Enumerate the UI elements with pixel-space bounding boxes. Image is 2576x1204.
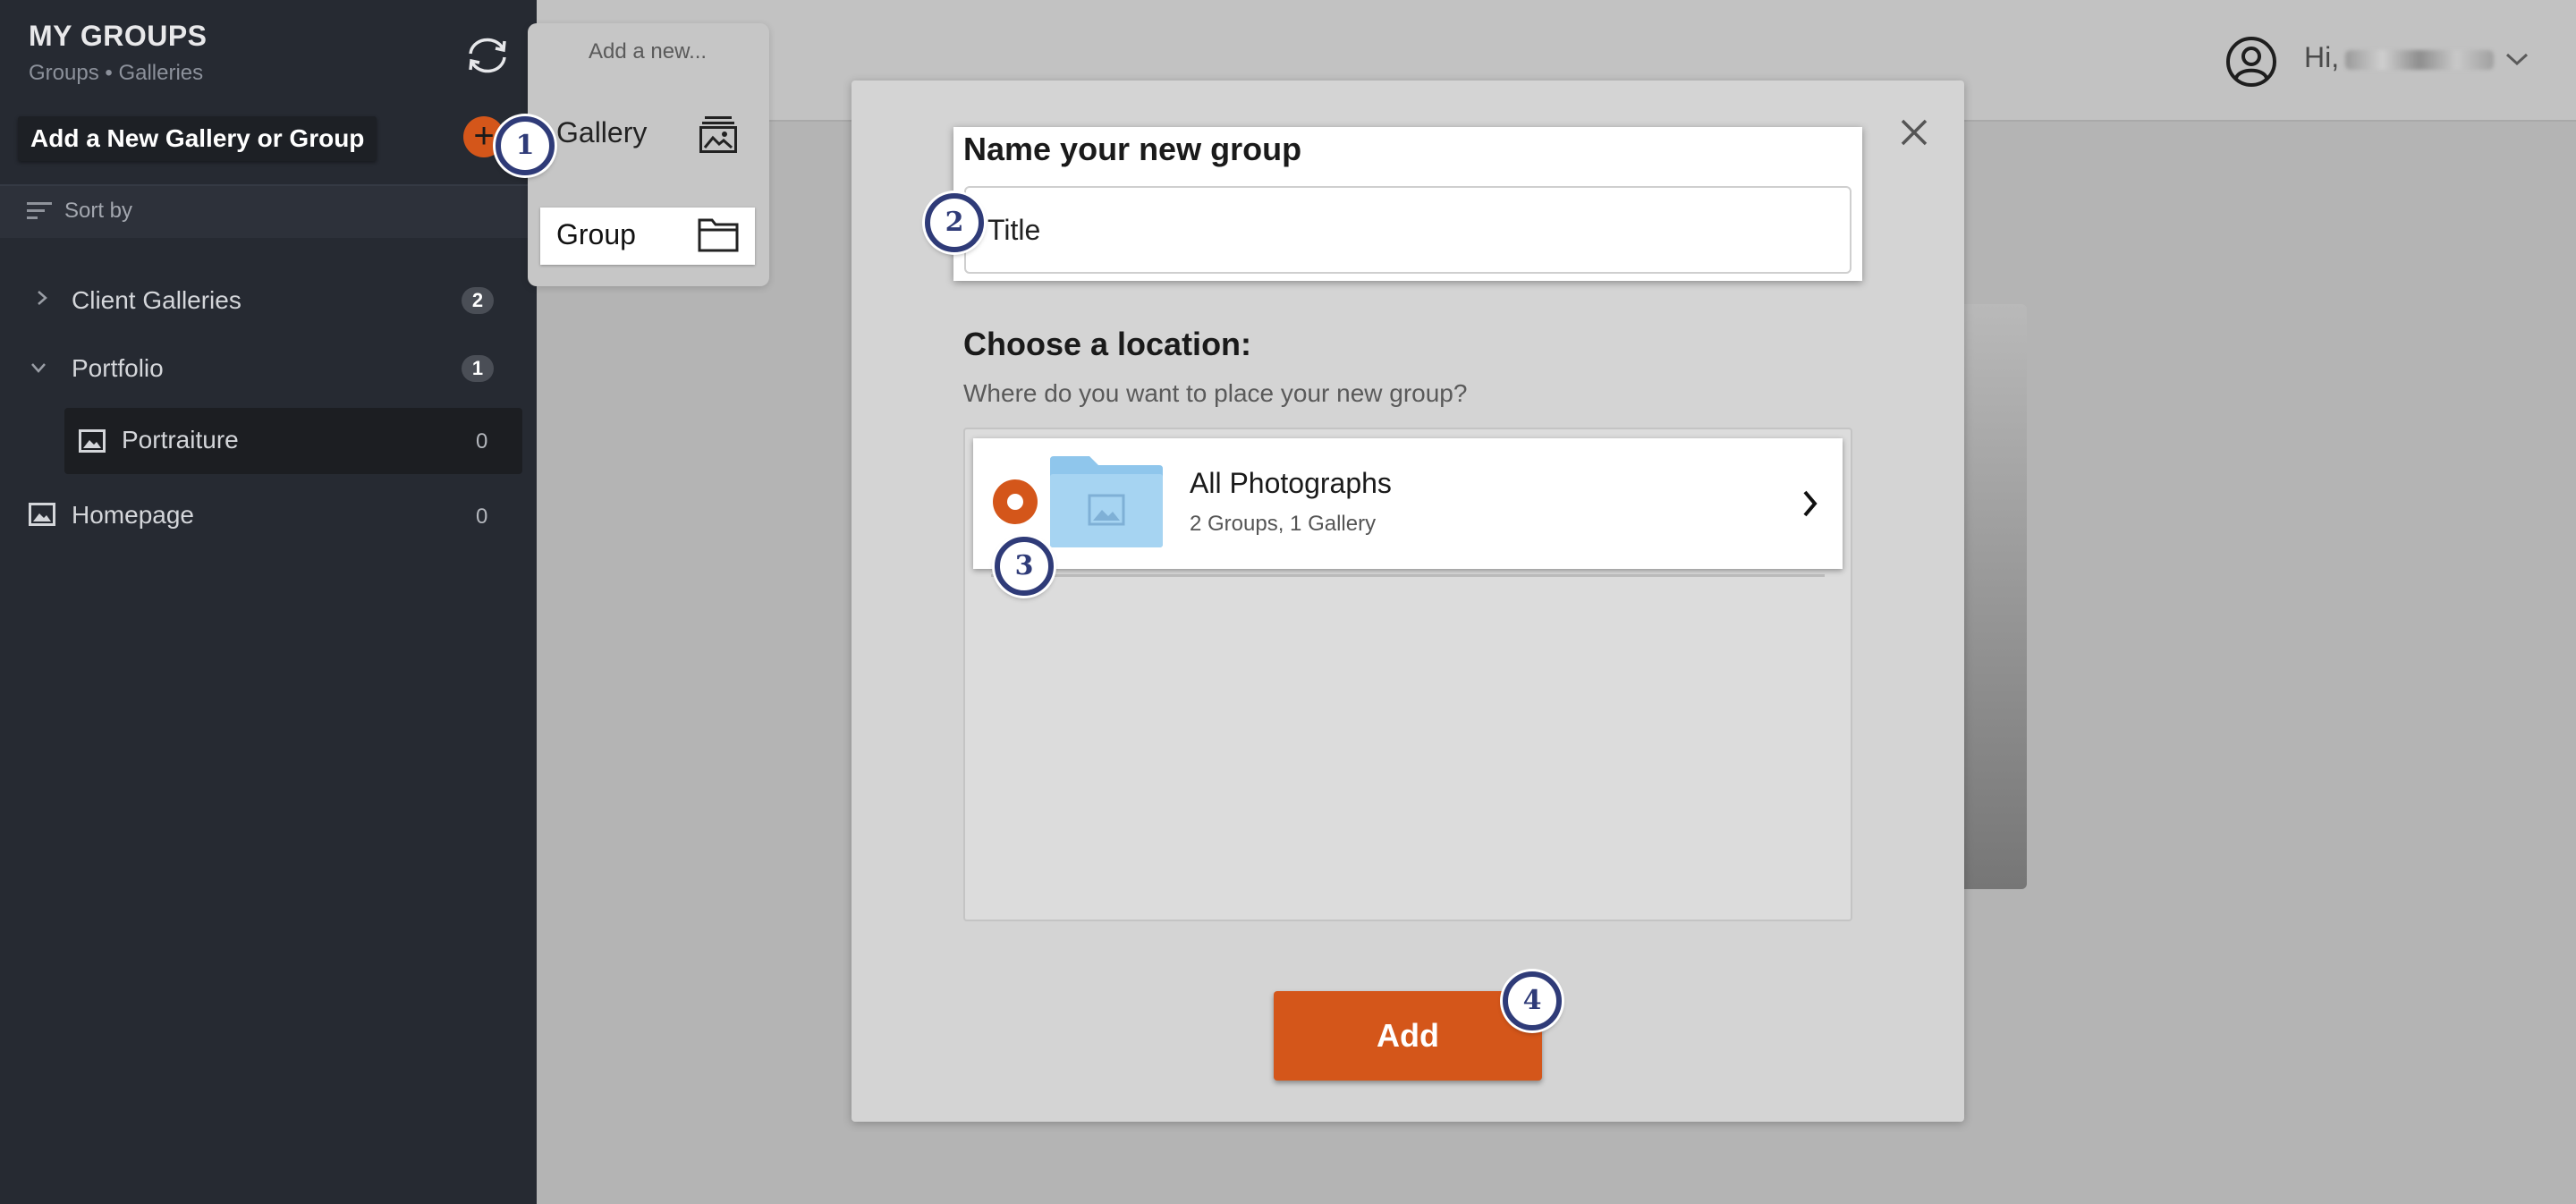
location-name: All Photographs: [1190, 467, 1392, 499]
user-avatar-icon[interactable]: [2225, 36, 2277, 88]
item-count: 0: [476, 504, 488, 529]
folder-icon: [698, 218, 739, 252]
close-icon[interactable]: [1898, 116, 1930, 148]
sort-icon: [27, 202, 52, 219]
sidebar-item-label: Homepage: [72, 501, 194, 529]
location-meta: 2 Groups, 1 Gallery: [1190, 512, 1377, 536]
sidebar-subtitle: Groups • Galleries: [29, 61, 204, 85]
refresh-icon[interactable]: [463, 36, 512, 75]
item-count: 0: [476, 429, 488, 454]
step-marker-4: 4: [1503, 971, 1562, 1030]
redacted-username: [2345, 50, 2494, 70]
user-greeting[interactable]: Hi,: [2304, 41, 2339, 74]
divider: [991, 574, 1825, 577]
add-gallery-or-group-tooltip: Add a New Gallery or Group: [18, 116, 377, 161]
sidebar-item-label: Portraiture: [122, 426, 239, 454]
step-marker-3: 3: [995, 537, 1054, 596]
radio-selected-dot: [1007, 494, 1023, 510]
step-marker-1: 1: [496, 116, 555, 175]
chevron-down-icon[interactable]: [2504, 50, 2529, 68]
sort-label[interactable]: Sort by: [64, 199, 132, 224]
sidebar: [0, 0, 537, 1204]
sidebar-item-label: Portfolio: [72, 354, 164, 382]
sidebar-title: MY GROUPS: [29, 20, 208, 52]
sidebar-item-label: Client Galleries: [72, 286, 242, 314]
chevron-right-icon[interactable]: [1801, 488, 1819, 519]
count-badge: 1: [462, 355, 494, 382]
group-title-input[interactable]: [964, 186, 1852, 274]
gallery-icon: [699, 116, 737, 153]
menu-item-label: Gallery: [556, 116, 648, 148]
image-icon: [79, 429, 106, 453]
location-heading: Choose a location:: [963, 326, 1252, 362]
count-badge: 2: [462, 287, 494, 314]
add-new-menu-title: Add a new...: [589, 39, 708, 64]
folder-image-icon: [1050, 456, 1163, 547]
location-prompt: Where do you want to place your new grou…: [963, 379, 1468, 407]
add-button[interactable]: Add: [1274, 991, 1542, 1081]
background-panel: [1964, 304, 2027, 889]
name-group-heading: Name your new group: [963, 131, 1302, 167]
chevron-down-icon[interactable]: [30, 360, 47, 376]
menu-item-label: Group: [556, 218, 636, 250]
chevron-right-icon[interactable]: [34, 290, 50, 306]
step-marker-2: 2: [925, 193, 984, 252]
image-icon: [29, 503, 55, 526]
